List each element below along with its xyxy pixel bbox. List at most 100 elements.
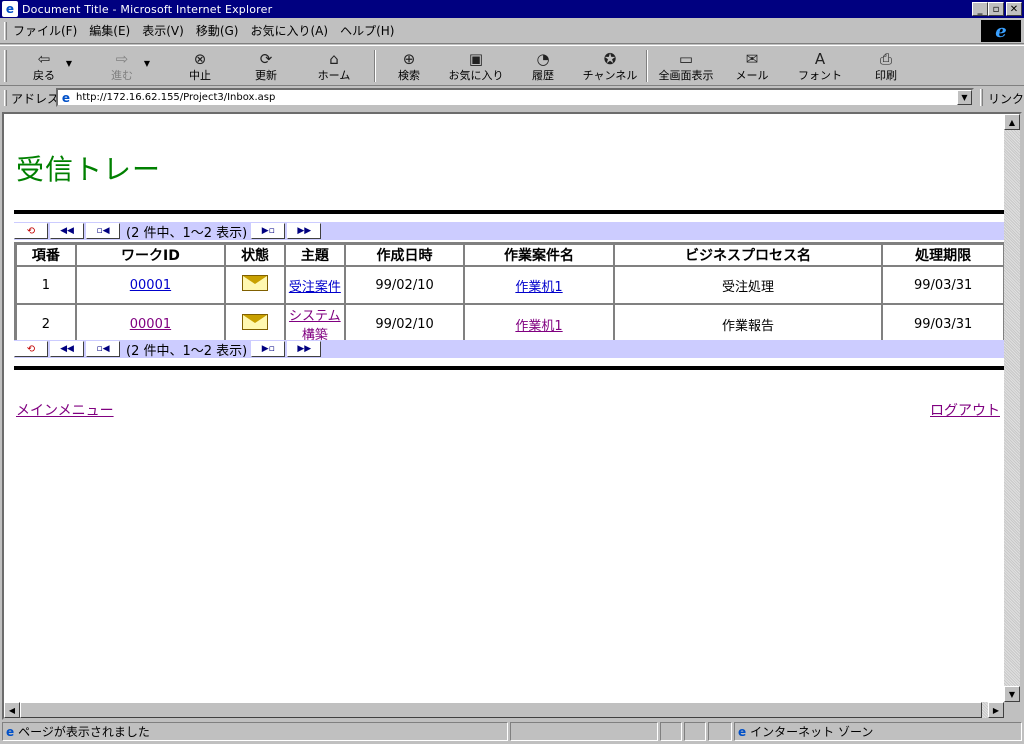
scroll-right-icon[interactable]: ▶ bbox=[988, 702, 1004, 718]
table-header-row: 項番 ワークID 状態 主題 作成日時 作業案件名 ビジネスプロセス名 処理期限 bbox=[16, 244, 1004, 266]
stop-label: 中止 bbox=[189, 69, 211, 82]
cell-created: 99/02/10 bbox=[344, 304, 465, 344]
back-button[interactable]: ⇦ 戻る ▼ bbox=[26, 49, 72, 85]
forward-dropdown-icon[interactable]: ▼ bbox=[144, 59, 150, 68]
history-label: 履歴 bbox=[532, 69, 554, 82]
pager-next-button[interactable]: ▶▫ bbox=[251, 341, 286, 357]
search-label: 検索 bbox=[398, 69, 420, 82]
mail-button[interactable]: ✉ メール bbox=[732, 49, 772, 85]
bottom-divider bbox=[14, 366, 1004, 370]
fonts-button[interactable]: A フォント bbox=[798, 49, 842, 85]
history-button[interactable]: ◔ 履歴 bbox=[522, 49, 564, 85]
address-url: http://172.16.62.155/Project3/Inbox.asp bbox=[76, 92, 276, 103]
pager-first-button[interactable]: ◀◀ bbox=[50, 341, 84, 357]
cell-process: 受注処理 bbox=[613, 266, 883, 304]
pager-info: (2 件中、1〜2 表示) bbox=[126, 343, 248, 359]
logout-link[interactable]: ログアウト bbox=[930, 400, 1000, 420]
fullscreen-icon: ▭ bbox=[678, 50, 694, 68]
channels-button[interactable]: ✪ チャンネル bbox=[580, 49, 640, 85]
content-viewport: 受信トレー ⟲ ◀◀ ▫◀ (2 件中、1〜2 表示) ▶▫ ▶▶ 項番 ワーク… bbox=[2, 112, 1022, 720]
subject-link[interactable]: 受注案件 bbox=[289, 280, 341, 295]
window-title: Document Title - Microsoft Internet Expl… bbox=[22, 2, 273, 16]
col-header-deadline: 処理期限 bbox=[882, 244, 1004, 266]
cell-work-id: 00001 bbox=[75, 266, 226, 304]
favorites-button[interactable]: ▣ お気に入り bbox=[446, 49, 506, 85]
task-link[interactable]: 作業机1 bbox=[515, 319, 562, 334]
search-icon: ⊕ bbox=[402, 50, 416, 68]
pager-last-button[interactable]: ▶▶ bbox=[287, 223, 322, 239]
work-id-link[interactable]: 00001 bbox=[130, 317, 171, 332]
address-grip bbox=[4, 90, 7, 106]
cell-status bbox=[225, 266, 285, 304]
pager-prev-button[interactable]: ▫◀ bbox=[86, 223, 120, 239]
fullscreen-button[interactable]: ▭ 全画面表示 bbox=[654, 49, 718, 85]
menu-help[interactable]: ヘルプ(H) bbox=[334, 22, 400, 39]
cell-created: 99/02/10 bbox=[344, 266, 465, 304]
col-header-status: 状態 bbox=[225, 244, 285, 266]
unread-mail-icon[interactable] bbox=[242, 314, 269, 330]
vertical-scrollbar[interactable]: ▲ ▼ bbox=[1004, 114, 1020, 702]
scroll-left-icon[interactable]: ◀ bbox=[4, 702, 20, 718]
refresh-icon: ⟳ bbox=[259, 50, 273, 68]
subject-link[interactable]: システム構築 bbox=[289, 309, 341, 343]
cell-work-id: 00001 bbox=[75, 304, 226, 344]
restore-button[interactable]: ▫ bbox=[988, 2, 1004, 16]
pager-first-button[interactable]: ◀◀ bbox=[50, 223, 84, 239]
page-title: 受信トレー bbox=[16, 153, 162, 186]
horizontal-scroll-thumb[interactable] bbox=[20, 702, 982, 718]
page-icon: e bbox=[61, 90, 71, 105]
cell-subject: システム構築 bbox=[284, 304, 345, 344]
pager-last-button[interactable]: ▶▶ bbox=[287, 341, 322, 357]
search-button[interactable]: ⊕ 検索 bbox=[388, 49, 430, 85]
address-input[interactable]: e http://172.16.62.155/Project3/Inbox.as… bbox=[56, 88, 974, 107]
menu-view[interactable]: 表示(V) bbox=[136, 22, 190, 39]
refresh-button[interactable]: ⟳ 更新 bbox=[246, 49, 286, 85]
scroll-corner bbox=[1004, 702, 1020, 718]
col-header-created: 作成日時 bbox=[344, 244, 465, 266]
cell-subject: 受注案件 bbox=[284, 266, 345, 304]
horizontal-scrollbar[interactable]: ◀ ▶ bbox=[4, 702, 1004, 718]
menu-favorites[interactable]: お気に入り(A) bbox=[244, 22, 334, 39]
table-row: 1 00001 受注案件 99/02/10 作業机1 受注処理 99/03/31 bbox=[16, 266, 1004, 304]
pager-refresh-button[interactable]: ⟲ bbox=[14, 223, 48, 239]
cell-deadline: 99/03/31 bbox=[882, 304, 1004, 344]
scroll-down-icon[interactable]: ▼ bbox=[1004, 686, 1020, 702]
pager-bottom: ⟲ ◀◀ ▫◀ (2 件中、1〜2 表示) ▶▫ ▶▶ bbox=[14, 340, 1006, 359]
col-header-subject: 主題 bbox=[284, 244, 345, 266]
pager-refresh-button[interactable]: ⟲ bbox=[14, 341, 48, 357]
mail-label: メール bbox=[735, 69, 769, 82]
status-panel-small bbox=[684, 722, 706, 741]
menu-file[interactable]: ファイル(F) bbox=[7, 22, 83, 39]
main-menu-link[interactable]: メインメニュー bbox=[16, 400, 114, 420]
stop-button[interactable]: ⊗ 中止 bbox=[180, 49, 220, 85]
pager-prev-button[interactable]: ▫◀ bbox=[86, 341, 120, 357]
home-button[interactable]: ⌂ ホーム bbox=[312, 49, 356, 85]
pager-info: (2 件中、1〜2 表示) bbox=[126, 225, 248, 241]
status-message: ページが表示されました bbox=[18, 725, 150, 739]
menu-edit[interactable]: 編集(E) bbox=[83, 22, 136, 39]
menu-go[interactable]: 移動(G) bbox=[190, 22, 245, 39]
status-progress-panel bbox=[510, 722, 658, 741]
print-button[interactable]: ⎙ 印刷 bbox=[866, 49, 906, 85]
mail-icon: ✉ bbox=[745, 50, 759, 68]
address-dropdown-icon[interactable]: ▼ bbox=[957, 90, 972, 105]
channels-icon: ✪ bbox=[603, 50, 617, 68]
forward-button[interactable]: ⇨ 進む ▼ bbox=[104, 49, 150, 85]
minimize-button[interactable]: _ bbox=[972, 2, 988, 16]
refresh-label: 更新 bbox=[255, 69, 277, 82]
cell-deadline: 99/03/31 bbox=[882, 266, 1004, 304]
links-button[interactable]: リンク bbox=[988, 90, 1024, 107]
cell-no: 1 bbox=[16, 266, 76, 304]
ie-throbber-logo: e bbox=[981, 20, 1021, 42]
task-link[interactable]: 作業机1 bbox=[515, 280, 562, 295]
page-status-icon: e bbox=[6, 724, 15, 739]
pager-next-button[interactable]: ▶▫ bbox=[251, 223, 286, 239]
back-dropdown-icon[interactable]: ▼ bbox=[66, 59, 72, 68]
toolbar-grip bbox=[4, 50, 7, 82]
scroll-up-icon[interactable]: ▲ bbox=[1004, 114, 1020, 130]
close-button[interactable]: ✕ bbox=[1006, 2, 1022, 16]
fonts-label: フォント bbox=[798, 69, 842, 82]
title-bar: e Document Title - Microsoft Internet Ex… bbox=[0, 0, 1024, 18]
work-id-link[interactable]: 00001 bbox=[130, 278, 171, 293]
unread-mail-icon[interactable] bbox=[242, 275, 269, 291]
